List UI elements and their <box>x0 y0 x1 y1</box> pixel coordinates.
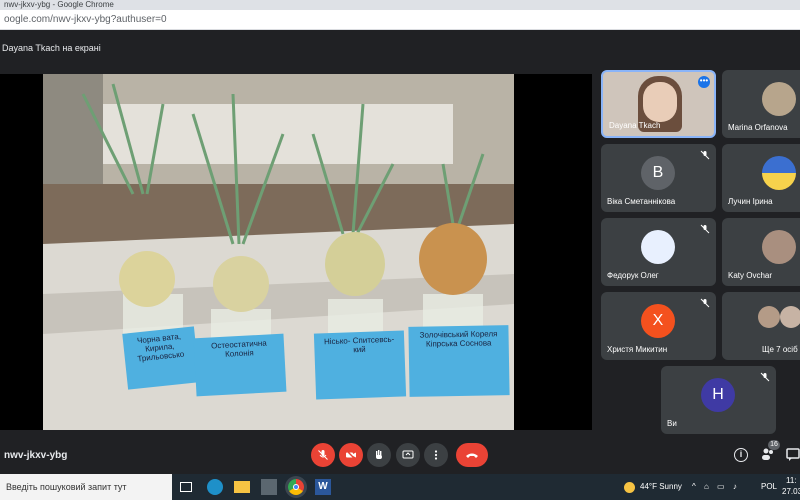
end-call-button[interactable] <box>456 443 488 467</box>
info-icon: i <box>739 449 743 459</box>
chat-icon <box>786 448 800 461</box>
taskbar-time[interactable]: 11: <box>786 476 797 485</box>
avatar <box>762 156 796 190</box>
input-language[interactable]: POL <box>761 482 777 491</box>
meet-area: Dayana Tkach на екрані Чорна вата, Кирил… <box>0 30 800 474</box>
participant-tile-luchyn[interactable]: Лучин Ірина <box>722 144 800 212</box>
window-title: nwv-jkxv-ybg - Google Chrome <box>0 0 800 10</box>
hand-icon <box>376 450 382 459</box>
participant-tile-marina[interactable]: Marina Orfanova <box>722 70 800 138</box>
participant-name: Ще 7 осіб <box>762 345 798 354</box>
avatar <box>641 230 675 264</box>
participant-tile-self[interactable]: H Ви <box>661 366 776 434</box>
people-button[interactable]: 16 <box>760 440 780 462</box>
edge-icon[interactable] <box>207 479 223 495</box>
participant-name: Marina Orfanova <box>728 123 788 132</box>
participant-name: Федорук Олег <box>607 271 659 280</box>
avatar <box>762 82 796 116</box>
more-options-icon[interactable]: ••• <box>698 76 710 88</box>
avatar: X <box>641 304 675 338</box>
mic-off-icon <box>318 450 328 460</box>
shared-screen: Чорна вата, Кирила, Трильовсько Остеоста… <box>0 74 592 430</box>
word-icon[interactable]: W <box>315 479 331 495</box>
participant-tile-vika[interactable]: B Віка Сметаннікова <box>601 144 716 212</box>
participant-name: Katy Ovchar <box>728 271 773 280</box>
info-button[interactable]: i <box>734 448 748 462</box>
more-vert-icon <box>434 450 438 460</box>
meeting-code: nwv-jkxv-ybg <box>4 450 68 461</box>
mic-off-icon <box>700 150 710 160</box>
tray-icons[interactable]: ^ ⌂ ▭ ♪ <box>692 482 740 491</box>
participant-name: Ви <box>667 419 677 428</box>
taskbar-date[interactable]: 27.03. <box>782 487 800 496</box>
mic-off-icon <box>760 372 770 382</box>
sticky-note-2: Остеостатична Колонія <box>193 333 287 397</box>
chrome-center <box>293 484 299 490</box>
present-screen-button[interactable] <box>396 443 420 467</box>
participant-tile-dayana[interactable]: ••• Dayana Tkach <box>601 70 716 138</box>
phone-hangup-icon <box>466 453 478 458</box>
present-icon <box>402 450 414 459</box>
raise-hand-button[interactable] <box>367 443 391 467</box>
avatar <box>780 306 800 328</box>
sticky-note-1: Чорна вата, Кирила, Трильовсько <box>122 326 200 390</box>
address-bar[interactable]: oogle.com/nwv-jkxv-ybg?authuser=0 <box>0 10 800 30</box>
participant-count-badge: 16 <box>768 440 780 450</box>
chat-button[interactable] <box>786 448 800 462</box>
shared-photo: Чорна вата, Кирила, Трильовсько Остеоста… <box>43 74 514 430</box>
mic-off-icon <box>700 224 710 234</box>
weather-icon[interactable] <box>624 482 635 493</box>
taskbar-search-input[interactable]: Введіть пошуковий запит тут <box>0 474 172 500</box>
participant-tile-katy[interactable]: Katy Ovchar <box>722 218 800 286</box>
participant-name: Віка Сметаннікова <box>607 197 676 206</box>
presenting-label: Dayana Tkach на екрані <box>2 43 101 53</box>
sticky-note-3: Нісько- Спитсевсь- кий <box>313 330 407 400</box>
weather-text[interactable]: 44°F Sunny <box>640 482 682 491</box>
participant-name: Dayana Tkach <box>609 121 661 130</box>
file-explorer-icon[interactable] <box>234 481 250 493</box>
more-options-button[interactable] <box>424 443 448 467</box>
participant-name: Христя Микитин <box>607 345 668 354</box>
participant-face-dayana <box>643 82 677 122</box>
chrome-icon[interactable] <box>288 479 304 495</box>
avatar <box>758 306 780 328</box>
mic-off-icon <box>700 298 710 308</box>
participant-tile-fedoruk[interactable]: Федорук Олег <box>601 218 716 286</box>
participant-tile-more[interactable]: Ще 7 осіб <box>722 292 800 360</box>
participant-name: Лучин Ірина <box>728 197 773 206</box>
store-icon[interactable] <box>261 479 277 495</box>
avatar: H <box>701 378 735 412</box>
avatar <box>762 230 796 264</box>
sticky-note-4: Золочівський Кореля Кіпрська Соснова <box>408 325 510 397</box>
camera-toggle-button[interactable] <box>339 443 363 467</box>
task-view-icon[interactable] <box>180 482 192 492</box>
participant-tile-khrystia[interactable]: X Христя Микитин <box>601 292 716 360</box>
windows-taskbar: Введіть пошуковий запит тут W 44°F Sunny… <box>0 474 800 500</box>
avatar: B <box>641 156 675 190</box>
mic-toggle-button[interactable] <box>311 443 335 467</box>
camera-off-icon <box>346 450 356 460</box>
